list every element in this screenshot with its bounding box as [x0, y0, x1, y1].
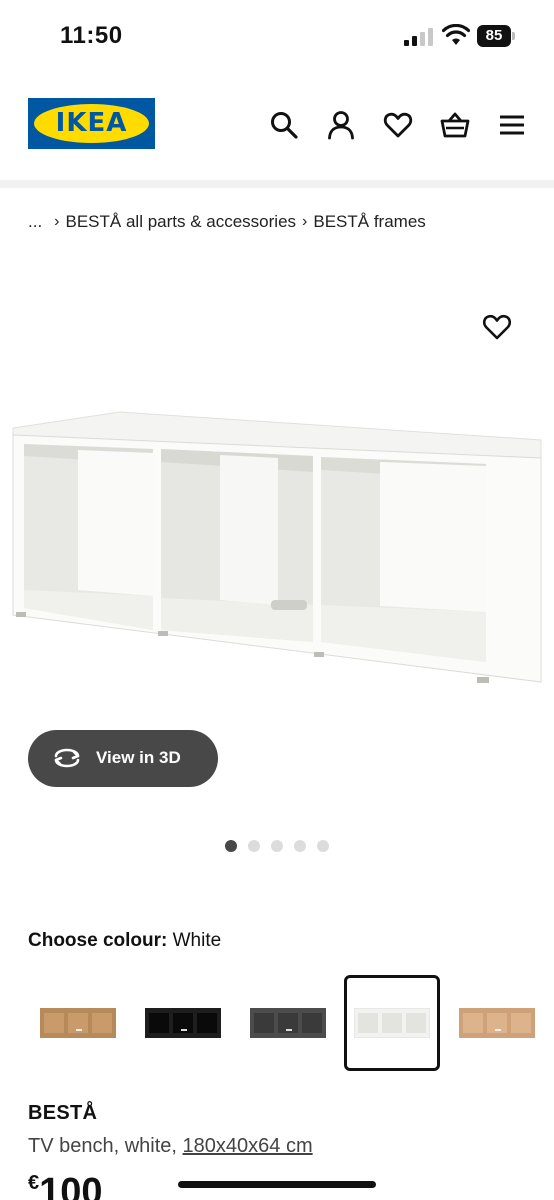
logo-text: IKEA [55, 108, 128, 138]
carousel-dot[interactable] [294, 840, 306, 852]
breadcrumb-item-besta-frames[interactable]: BESTÅ frames [313, 212, 425, 232]
carousel-dot[interactable] [317, 840, 329, 852]
home-indicator[interactable] [178, 1181, 376, 1188]
ikea-logo[interactable]: IKEA [28, 98, 155, 149]
favourites-icon[interactable] [383, 110, 413, 140]
price-currency: € [28, 1172, 40, 1194]
colour-swatch-white[interactable] [344, 975, 440, 1071]
menu-icon[interactable] [497, 110, 527, 140]
add-to-favourites-heart-icon[interactable] [482, 312, 512, 342]
breadcrumb-separator: › [302, 213, 308, 230]
site-header: IKEA [0, 72, 554, 180]
basket-icon[interactable] [440, 110, 470, 140]
product-image[interactable] [8, 400, 548, 690]
selected-colour: White [172, 930, 222, 951]
search-icon[interactable] [269, 110, 299, 140]
account-icon[interactable] [326, 110, 356, 140]
breadcrumb-item-besta-parts[interactable]: BESTÅ all parts & accessories [66, 212, 297, 232]
view-in-3d-button[interactable]: View in 3D [28, 730, 218, 787]
colour-swatch-dark-grey[interactable] [240, 975, 336, 1071]
price-amount: 100 [39, 1171, 103, 1200]
product-dimensions-link[interactable]: 180x40x64 cm [183, 1135, 313, 1157]
breadcrumb-separator: › [54, 213, 60, 230]
product-type: TV bench, white, [28, 1135, 183, 1157]
carousel-dot[interactable] [225, 840, 237, 852]
breadcrumb-ellipsis[interactable]: ... [28, 212, 42, 232]
product-description: TV bench, white, 180x40x64 cm [28, 1135, 313, 1158]
breadcrumb: ... › BESTÅ all parts & accessories › BE… [28, 210, 426, 234]
colour-swatch-oak-effect[interactable] [449, 975, 545, 1071]
colour-swatch-white-stained-oak[interactable] [30, 975, 126, 1071]
status-bar: 11:50 85 [0, 0, 554, 72]
choose-colour-heading: Choose colour: White [28, 930, 221, 952]
battery-icon: 85 [477, 25, 515, 47]
carousel-dot[interactable] [248, 840, 260, 852]
view-in-3d-label: View in 3D [96, 748, 181, 767]
battery-level: 85 [477, 25, 511, 47]
wifi-icon [441, 23, 471, 46]
choose-colour-label: Choose colour: [28, 930, 168, 951]
header-divider [0, 180, 554, 188]
image-carousel-indicator [225, 840, 329, 854]
rotate-3d-icon [52, 746, 82, 770]
status-time: 11:50 [60, 22, 123, 49]
carousel-dot[interactable] [271, 840, 283, 852]
colour-swatch-black-brown[interactable] [135, 975, 231, 1071]
product-price: €100 [28, 1172, 103, 1200]
product-name: BESTÅ [28, 1102, 98, 1124]
cellular-signal-icon [404, 28, 434, 46]
